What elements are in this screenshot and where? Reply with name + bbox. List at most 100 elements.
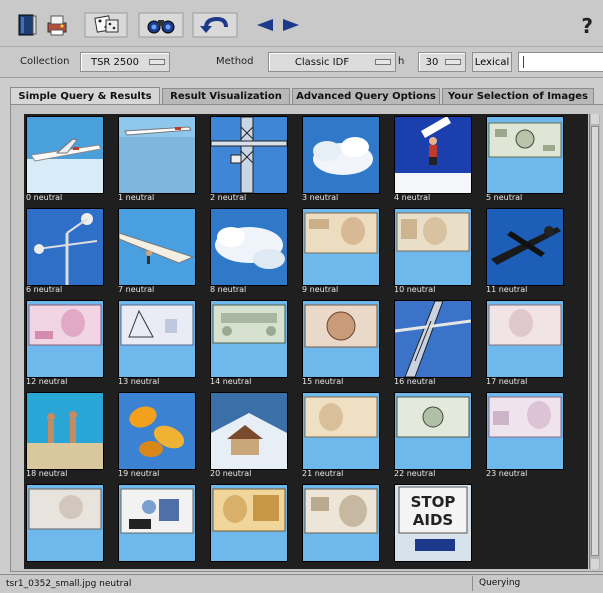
autumn-leaves-thumbnail[interactable]: [118, 392, 196, 470]
airplane-thumbnail[interactable]: [118, 116, 196, 194]
banknote-thumbnail[interactable]: [210, 300, 288, 378]
result-item-5[interactable]: 5 neutral: [484, 114, 572, 202]
result-caption: 17 neutral: [486, 377, 528, 386]
method-suffix: h: [398, 56, 405, 67]
tower-crane-thumbnail[interactable]: [394, 300, 472, 378]
tab-advanced-query-options[interactable]: Advanced Query Options: [292, 88, 440, 104]
result-item-0[interactable]: 0 neutral: [24, 114, 112, 202]
banknote-thumbnail[interactable]: [26, 300, 104, 378]
status-message: tsr1_0352_small.jpg neutral: [6, 579, 132, 589]
result-item-2[interactable]: 2 neutral: [208, 114, 296, 202]
result-item-24[interactable]: [24, 482, 112, 570]
result-item-23[interactable]: 23 neutral: [484, 390, 572, 478]
result-caption: 2 neutral: [210, 193, 247, 202]
back-arrow-icon[interactable]: [256, 12, 274, 38]
result-caption: 3 neutral: [302, 193, 339, 202]
result-item-16[interactable]: 16 neutral: [392, 298, 480, 386]
result-item-13[interactable]: 13 neutral: [116, 298, 204, 386]
result-caption: 18 neutral: [26, 469, 68, 478]
result-caption: 23 neutral: [486, 469, 528, 478]
result-item-19[interactable]: 19 neutral: [116, 390, 204, 478]
result-item-7[interactable]: 7 neutral: [116, 206, 204, 294]
result-item-28[interactable]: STOP AIDS: [392, 482, 480, 570]
snowy-village-thumbnail[interactable]: [210, 392, 288, 470]
result-caption: 14 neutral: [210, 377, 252, 386]
clouds-thumbnail[interactable]: [210, 208, 288, 286]
result-item-18[interactable]: 18 neutral: [24, 390, 112, 478]
result-item-10[interactable]: 10 neutral: [392, 206, 480, 294]
snowboarder-thumbnail[interactable]: [394, 116, 472, 194]
banknote-thumbnail[interactable]: [26, 484, 104, 562]
result-item-26[interactable]: [208, 482, 296, 570]
banknote-thumbnail[interactable]: [486, 300, 564, 378]
result-item-20[interactable]: 20 neutral: [208, 390, 296, 478]
result-item-15[interactable]: 15 neutral: [300, 298, 388, 386]
result-item-12[interactable]: 12 neutral: [24, 298, 112, 386]
result-item-3[interactable]: 3 neutral: [300, 114, 388, 202]
method-dropdown[interactable]: Classic IDF: [268, 52, 396, 72]
clouds-thumbnail[interactable]: [302, 116, 380, 194]
result-item-8[interactable]: 8 neutral: [208, 206, 296, 294]
dropdown-arrow-icon: [149, 59, 165, 65]
banknote-thumbnail[interactable]: [486, 392, 564, 470]
banknote-thumbnail[interactable]: [394, 392, 472, 470]
lexical-query-input[interactable]: [518, 52, 603, 72]
result-item-11[interactable]: 11 neutral: [484, 206, 572, 294]
result-caption: 21 neutral: [302, 469, 344, 478]
binoculars-icon[interactable]: [138, 12, 184, 38]
scroll-down-button[interactable]: [591, 559, 599, 569]
result-count-dropdown[interactable]: 30: [418, 52, 466, 72]
banknote-thumbnail[interactable]: [302, 484, 380, 562]
hang-glider-thumbnail[interactable]: [118, 208, 196, 286]
result-caption: 0 neutral: [26, 193, 63, 202]
result-item-4[interactable]: 4 neutral: [392, 114, 480, 202]
banknote-thumbnail[interactable]: [302, 208, 380, 286]
undo-icon[interactable]: [192, 12, 238, 38]
tab-result-visualization[interactable]: Result Visualization: [162, 88, 290, 104]
beach-runners-thumbnail[interactable]: [26, 392, 104, 470]
banknote-thumbnail[interactable]: [302, 300, 380, 378]
result-caption: 6 neutral: [26, 285, 63, 294]
result-item-9[interactable]: 9 neutral: [300, 206, 388, 294]
scroll-up-button[interactable]: [591, 114, 599, 124]
vertical-scrollbar[interactable]: [589, 114, 600, 569]
book-icon[interactable]: [14, 12, 40, 38]
tower-crane-thumbnail[interactable]: [210, 116, 288, 194]
banknote-thumbnail[interactable]: [486, 116, 564, 194]
result-item-25[interactable]: [116, 482, 204, 570]
collection-label: Collection: [20, 56, 70, 67]
dice-icon[interactable]: [84, 12, 128, 38]
result-item-21[interactable]: 21 neutral: [300, 390, 388, 478]
banknote-thumbnail[interactable]: [210, 484, 288, 562]
result-item-27[interactable]: [300, 482, 388, 570]
result-item-1[interactable]: 1 neutral: [116, 114, 204, 202]
banknote-thumbnail[interactable]: [118, 300, 196, 378]
tab-your-selection[interactable]: Your Selection of Images: [442, 88, 594, 104]
tab-simple-query-results[interactable]: Simple Query & Results: [10, 87, 160, 104]
toolbar: ?: [0, 0, 603, 47]
result-item-22[interactable]: 22 neutral: [392, 390, 480, 478]
airplane-thumbnail[interactable]: [26, 116, 104, 194]
method-value: Classic IDF: [294, 56, 350, 68]
result-caption: 19 neutral: [118, 469, 160, 478]
printer-icon[interactable]: [44, 12, 70, 38]
lexical-button[interactable]: Lexical: [472, 52, 512, 72]
scrollbar-thumb[interactable]: [591, 126, 599, 556]
help-button[interactable]: ?: [581, 14, 593, 38]
banknote-thumbnail[interactable]: [302, 392, 380, 470]
artwork-thumbnail[interactable]: [118, 484, 196, 562]
result-caption: 16 neutral: [394, 377, 436, 386]
airplane-thumbnail[interactable]: [486, 208, 564, 286]
results-grid: 0 neutral 1 neutral 2 neutral 3 neutral: [24, 114, 588, 569]
collection-value: TSR 2500: [90, 56, 140, 68]
result-item-14[interactable]: 14 neutral: [208, 298, 296, 386]
anemometer-thumbnail[interactable]: [26, 208, 104, 286]
result-count-value: 30: [425, 56, 439, 68]
forward-arrow-icon[interactable]: [282, 12, 300, 38]
banknote-thumbnail[interactable]: [394, 208, 472, 286]
result-item-17[interactable]: 17 neutral: [484, 298, 572, 386]
collection-dropdown[interactable]: TSR 2500: [80, 52, 170, 72]
result-item-6[interactable]: 6 neutral: [24, 206, 112, 294]
stop-aids-thumbnail[interactable]: STOP AIDS: [394, 484, 472, 562]
results-panel: 0 neutral 1 neutral 2 neutral 3 neutral: [10, 104, 603, 572]
